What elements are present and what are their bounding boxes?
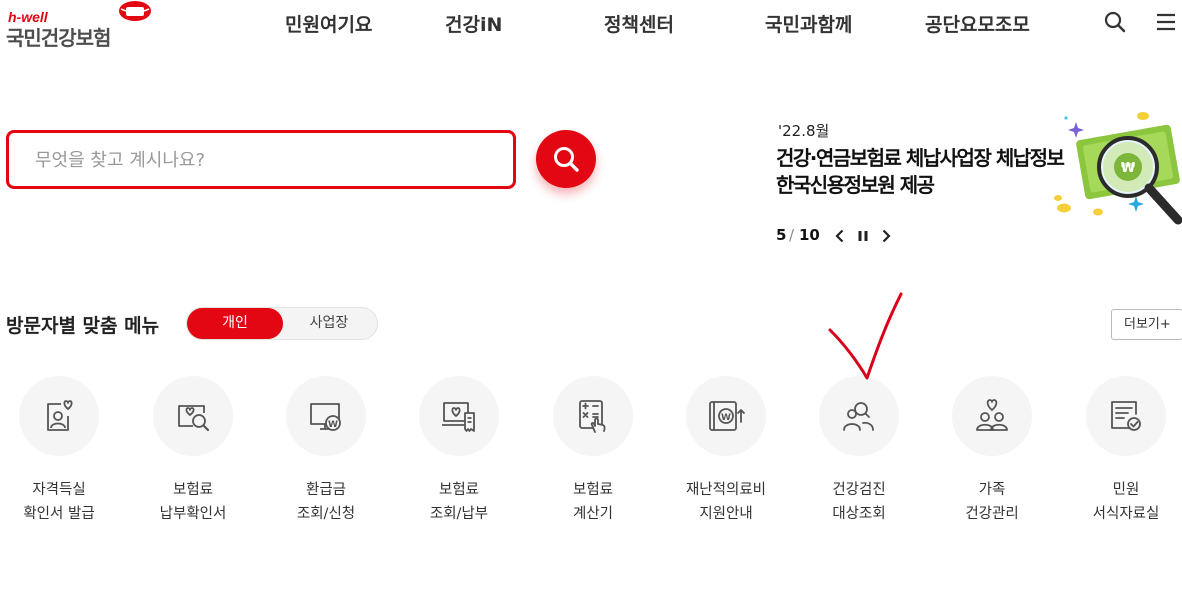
notice-title[interactable]: 건강·연금보험료 체납사업장 체납정보 한국신용정보원 제공 (776, 145, 1086, 199)
quick-menu-label-line: 확인서 발급 (23, 506, 95, 522)
pager-separator: / (789, 226, 795, 244)
quick-menu-icon-circle (419, 376, 499, 456)
quick-menu-label: 보험료 계산기 (528, 478, 658, 526)
quick-menu-label-line: 지원안내 (699, 506, 753, 522)
book-won-arrow-icon: W (709, 401, 745, 431)
pause-icon[interactable] (855, 228, 871, 244)
quick-menu-label-line: 조회/납부 (429, 506, 489, 522)
quick-menu-label-line: 보험료 (572, 482, 614, 498)
notice-title-line: 한국신용정보원 제공 (776, 173, 935, 197)
svg-text:W: W (721, 413, 731, 423)
quick-menu-label: 자격득실 확인서 발급 (0, 478, 124, 526)
quick-menu-item-payment-certificate[interactable]: 보험료 납부확인서 (128, 376, 258, 526)
visitor-menu-title: 방문자별 맞춤 메뉴 (6, 315, 160, 337)
quick-menu-label: 민원 서식자료실 (1061, 478, 1182, 526)
quick-menu-label: 가족 건강관리 (927, 478, 1057, 526)
search-box (6, 130, 516, 189)
quick-menu-label-line: 보험료 (438, 482, 480, 498)
chevron-left-icon[interactable] (832, 228, 848, 244)
search-button[interactable] (536, 130, 596, 188)
quick-menu-label-line: 민원 (1112, 482, 1140, 498)
quick-menu-item-refund[interactable]: W 환급금 조회/신청 (261, 376, 391, 526)
nav-item-policy-center[interactable]: 정책센터 (604, 10, 674, 37)
quick-menu-label-line: 보험료 (172, 482, 214, 498)
quick-menu-icon-circle (553, 376, 633, 456)
nav-item-minwon[interactable]: 민원여기요 (285, 10, 372, 37)
quick-menu-icon-circle (952, 376, 1032, 456)
quick-menu-item-catastrophic-medical[interactable]: W 재난적의료비 지원안내 (661, 376, 791, 526)
pager-total: 10 (799, 226, 820, 244)
nav-item-health-in[interactable]: 건강iN (445, 10, 502, 37)
quick-menu-label-line: 조회/신청 (296, 506, 356, 522)
quick-menu-label: 건강검진 대상조회 (794, 478, 924, 526)
search-input[interactable] (35, 147, 475, 173)
quick-menu-label-line: 서식자료실 (1092, 506, 1160, 522)
quick-menu-icon-circle (1086, 376, 1166, 456)
quick-menu-icon-circle: W (286, 376, 366, 456)
money-magnifier-illustration: ₩ (1054, 112, 1182, 225)
search-icon (554, 147, 579, 172)
global-nav: 민원여기요 건강iN 정책센터 국민과함께 공단요모조모 (0, 10, 1182, 36)
quick-menu-label-line: 납부확인서 (159, 506, 227, 522)
quick-menu-label-line: 재난적의료비 (685, 482, 767, 498)
search-icon[interactable] (1103, 10, 1127, 34)
quick-menu-label-line: 가족 (978, 482, 1006, 498)
quick-menu-icon-circle (153, 376, 233, 456)
quick-menu-label-line: 대상조회 (832, 506, 886, 522)
notice-title-line: 건강·연금보험료 체납사업장 체납정보 (776, 146, 1065, 170)
form-check-icon (1111, 401, 1141, 431)
quick-menu-label: 환급금 조회/신청 (261, 478, 391, 526)
quick-menu-label: 보험료 조회/납부 (394, 478, 524, 526)
quick-menu-icon-circle: W (686, 376, 766, 456)
notice-date: '22.8월 (778, 122, 830, 140)
quick-menu-icon-circle (819, 376, 899, 456)
hamburger-menu-icon[interactable] (1154, 10, 1178, 34)
quick-menu-item-premium-calculator[interactable]: 보험료 계산기 (528, 376, 658, 526)
tab-business[interactable]: 사업장 (281, 308, 377, 339)
laptop-receipt-icon (442, 402, 475, 432)
quick-menu-icon-circle (19, 376, 99, 456)
quick-menu-label-line: 자격득실 (32, 482, 86, 498)
visitor-type-toggle: 사업장 개인 (186, 307, 378, 340)
monitor-won-icon: W (310, 403, 341, 431)
family-heart-icon (976, 399, 1008, 431)
quick-menu-item-family-health[interactable]: 가족 건강관리 (927, 376, 1057, 526)
quick-menu-item-premium-inquiry[interactable]: 보험료 조회/납부 (394, 376, 524, 526)
quick-menu-label-line: 환급금 (305, 482, 347, 498)
nav-item-with-people[interactable]: 국민과함께 (765, 10, 852, 37)
checkmark-annotation (828, 292, 903, 380)
quick-menu-item-qualification[interactable]: 자격득실 확인서 발급 (0, 376, 124, 526)
quick-menu-label-line: 건강검진 (832, 482, 886, 498)
quick-menu-label-line: 계산기 (572, 506, 614, 522)
quick-menu-label-line: 건강관리 (965, 506, 1019, 522)
quick-menu-label: 보험료 납부확인서 (128, 478, 258, 526)
quick-menu-label: 재난적의료비 지원안내 (661, 478, 791, 526)
person-card-heart-icon (47, 400, 73, 431)
svg-text:W: W (328, 420, 338, 430)
quick-menu-item-forms-library[interactable]: 민원 서식자료실 (1061, 376, 1182, 526)
more-button[interactable]: 더보기+ (1111, 309, 1182, 340)
people-search-icon (843, 402, 874, 431)
quick-menu-item-health-checkup[interactable]: 건강검진 대상조회 (794, 376, 924, 526)
calculator-hand-icon (579, 400, 606, 433)
pager-current: 5 (776, 226, 787, 244)
svg-text:₩: ₩ (1121, 161, 1136, 176)
nav-item-corporation[interactable]: 공단요모조모 (925, 10, 1030, 37)
document-magnifier-icon (178, 405, 210, 432)
tab-personal[interactable]: 개인 (187, 308, 283, 339)
chevron-right-icon[interactable] (878, 228, 894, 244)
